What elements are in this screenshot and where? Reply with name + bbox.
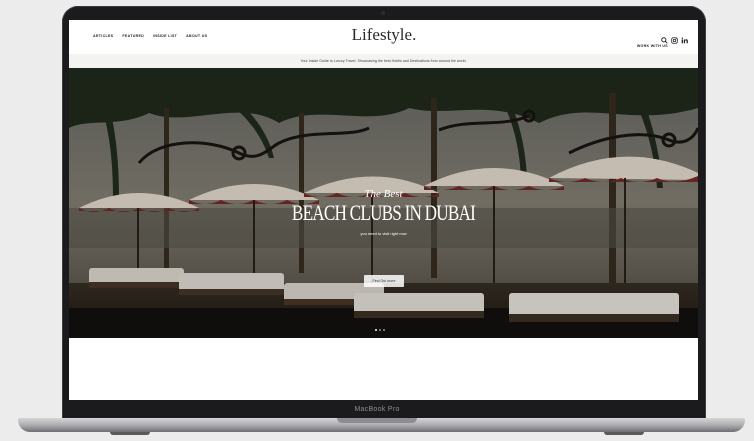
primary-nav: ARTICLES FEATURED INSIDE LIST ABOUT US [93,34,207,38]
site-header: ARTICLES FEATURED INSIDE LIST ABOUT US L… [69,20,698,55]
nav-featured[interactable]: FEATURED [122,34,144,38]
device-label: MacBook Pro [354,406,400,413]
hero-title: BEACH CLUBS IN DUBAI [291,200,476,225]
carousel-dot[interactable] [383,329,385,331]
hero-carousel[interactable]: The Best BEACH CLUBS IN DUBAI you need t… [69,68,698,338]
laptop-foot [110,432,150,435]
instagram-icon[interactable] [671,31,678,44]
laptop-foot [604,432,644,435]
carousel-dot[interactable] [379,329,381,331]
find-out-more-button[interactable]: Find Out more [364,275,404,287]
hero-kicker: The Best [364,188,403,200]
carousel-dots [375,329,385,331]
hero-subtitle: you need to visit right now [360,231,407,236]
nav-inside-list[interactable]: INSIDE LIST [153,34,177,38]
announcement-bar: Your Inside Guide to Luxury Travel. Show… [69,54,698,68]
nav-about-us[interactable]: ABOUT US [186,34,207,38]
search-icon[interactable] [661,31,668,44]
nav-work-with-us[interactable]: WORK WITH US [637,44,668,48]
linkedin-icon[interactable] [681,31,688,44]
laptop-notch [337,418,417,423]
nav-articles[interactable]: ARTICLES [93,34,113,38]
site-logo[interactable]: Lifestyle. [319,25,449,45]
stage: ARTICLES FEATURED INSIDE LIST ABOUT US L… [0,0,754,441]
camera-icon [381,11,385,15]
browser-screen: ARTICLES FEATURED INSIDE LIST ABOUT US L… [69,20,698,400]
header-icons [661,31,688,44]
carousel-dot[interactable] [375,329,377,331]
